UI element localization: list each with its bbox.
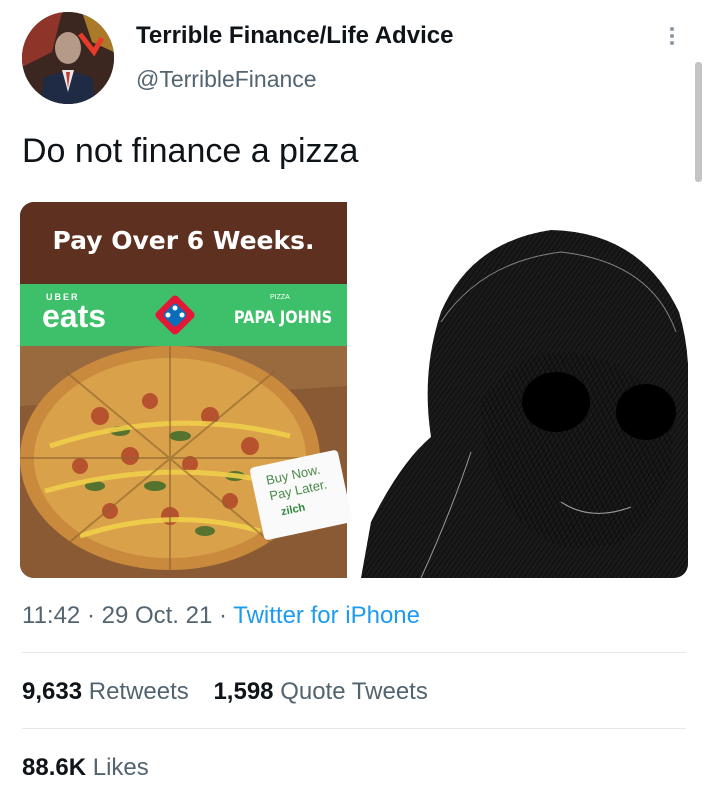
tweet-time[interactable]: 11:42 [22,602,80,629]
tweet-date[interactable]: 29 Oct. 21 [102,602,213,629]
more-options-icon[interactable] [660,24,684,56]
avatar-image [22,12,114,104]
papa-johns-logo: PAPA JOHNS [234,308,333,328]
quote-tweets-label: Quote Tweets [280,678,428,705]
tweet-source-link[interactable]: Twitter for iPhone [233,602,420,629]
meta-separator: · [80,602,102,629]
author-avatar[interactable] [22,12,114,104]
tweet-media[interactable]: Pay Over 6 Weeks. UBER eats PIZZA PAPA J… [20,202,688,578]
dominos-logo-icon [155,295,195,335]
meta-separator: · [212,602,234,629]
retweets-stat[interactable]: 9,633 Retweets [22,678,189,705]
retweets-label: Retweets [88,678,189,705]
author-name[interactable]: Terrible Finance/Life Advice [136,22,453,50]
tweet-text: Do not finance a pizza [22,132,359,170]
divider [22,728,686,729]
media-image-ad[interactable]: Pay Over 6 Weeks. UBER eats PIZZA PAPA J… [20,202,353,578]
uber-eats-logo: eats [42,298,107,334]
scrollbar[interactable] [695,62,702,182]
quote-tweets-count: 1,598 [213,678,274,705]
wojak-drawing [361,202,688,578]
zilch-logo: zilch [279,501,307,519]
likes-count: 88.6K [22,754,87,781]
author-handle[interactable]: @TerribleFinance [136,66,317,93]
likes-label: Likes [92,754,149,781]
papa-johns-tag: PIZZA [270,294,290,301]
ad-headline: Pay Over 6 Weeks. [20,202,347,284]
likes-stat[interactable]: 88.6K Likes [22,754,149,782]
engagement-stats: 9,633 Retweets 1,598 Quote Tweets [22,678,446,706]
tweet-meta: 11:42 · 29 Oct. 21 · Twitter for iPhone [22,602,420,630]
media-image-wojak[interactable] [361,202,688,578]
ad-brand-band: UBER eats PIZZA PAPA JOHNS [20,284,347,346]
quote-tweets-stat[interactable]: 1,598 Quote Tweets [213,678,427,705]
retweets-count: 9,633 [22,678,83,705]
divider [22,652,686,653]
